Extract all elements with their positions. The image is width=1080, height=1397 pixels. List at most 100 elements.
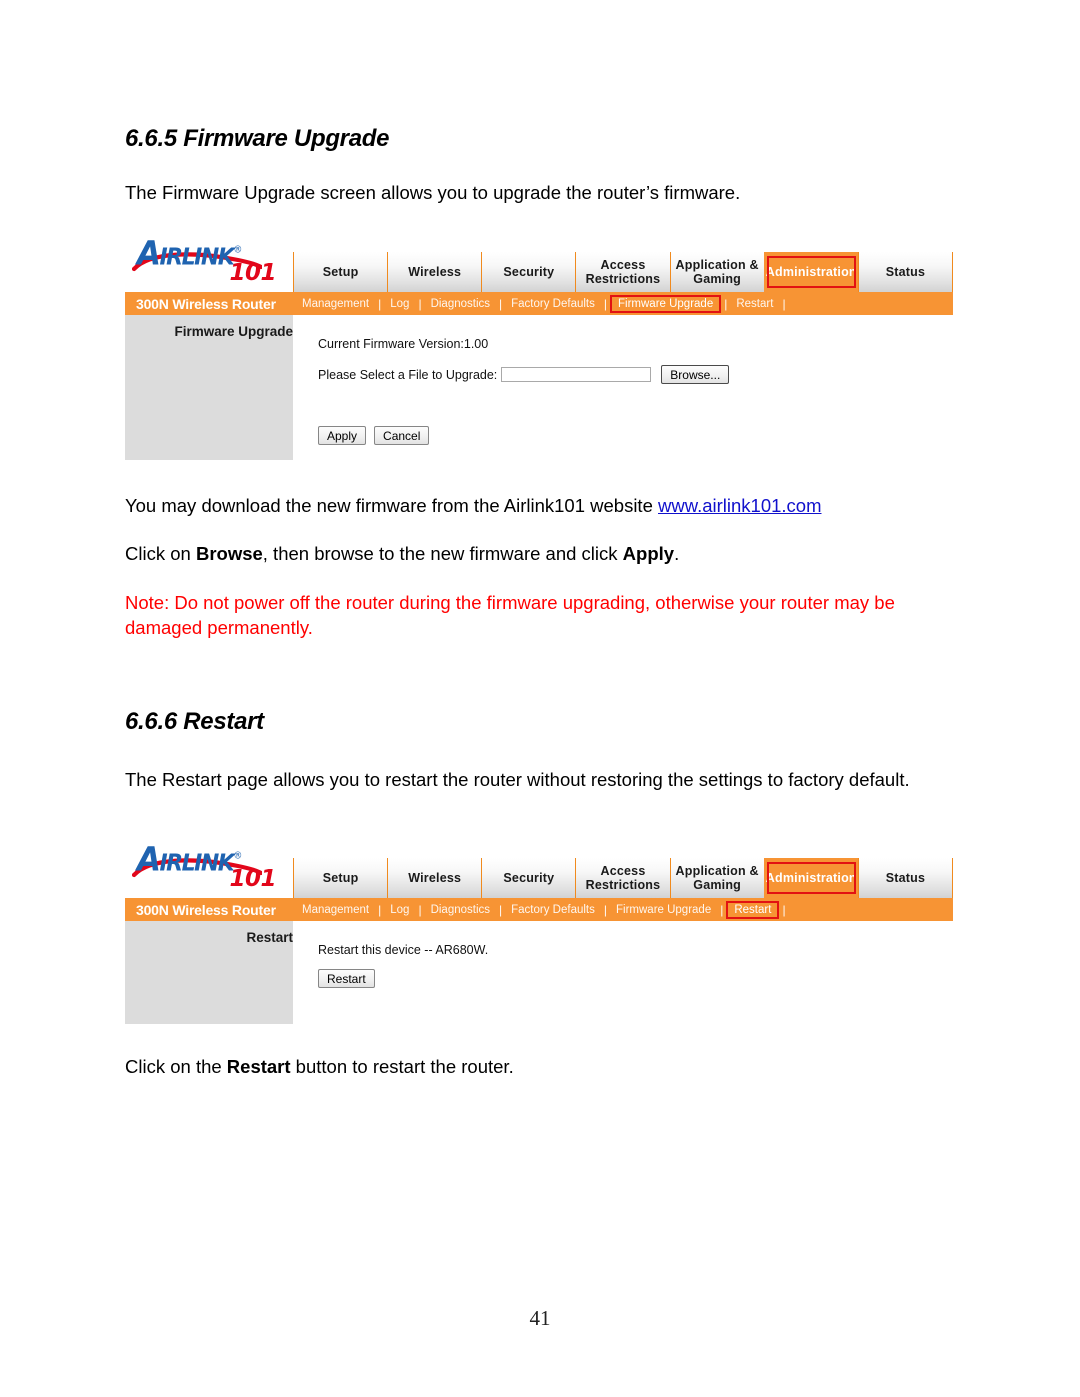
highlight-box <box>766 256 856 288</box>
tab-setup[interactable]: Setup <box>293 858 388 898</box>
tab-wireless[interactable]: Wireless <box>387 252 482 292</box>
browse-mid-text: , then browse to the new firmware and cl… <box>262 543 623 564</box>
router-header: AIRLINK® 101 Setup Wireless Security Acc… <box>125 234 953 292</box>
tab-status[interactable]: Status <box>857 858 953 898</box>
tab-label: Wireless <box>408 264 462 279</box>
tab-administration[interactable]: Administration <box>763 252 858 292</box>
submenu-item-restart[interactable]: Restart <box>727 298 782 310</box>
submenu-item-restart[interactable]: Restart <box>726 900 780 919</box>
tab-label: Access Restrictions <box>585 257 661 286</box>
logo-101: 101 <box>229 260 276 286</box>
restart-action-buttons: Restart <box>318 969 953 988</box>
submenu-item-factory-defaults[interactable]: Factory Defaults <box>502 904 604 916</box>
tab-label: Application & Gaming <box>675 257 759 286</box>
tab-wireless[interactable]: Wireless <box>387 858 482 898</box>
current-firmware-version-row: Current Firmware Version:1.00 <box>318 337 953 351</box>
firmware-upgrade-form: Current Firmware Version:1.00 Please Sel… <box>293 315 953 460</box>
submenu-item-diagnostics[interactable]: Diagnostics <box>422 298 499 310</box>
main-tab-bar: Setup Wireless Security Access Restricti… <box>293 252 953 292</box>
router-screenshot-restart: AIRLINK® 101 Setup Wireless Security Acc… <box>125 840 953 1024</box>
page-title-restart: 6.6.6 Restart <box>125 708 264 735</box>
tab-label: Status <box>885 264 926 279</box>
restart-instruction-paragraph: Click on the Restart button to restart t… <box>125 1055 960 1080</box>
highlight-box <box>766 862 856 894</box>
logo-101: 101 <box>229 866 276 892</box>
tab-security[interactable]: Security <box>481 252 576 292</box>
submenu-divider: | <box>782 296 786 311</box>
router-submenu-bar: 300N Wireless Router Management | Log | … <box>125 292 953 315</box>
restart-form: Restart this device -- AR680W. Restart <box>293 921 953 1024</box>
airlink-logo: AIRLINK® 101 <box>125 234 293 292</box>
submenu-item-log[interactable]: Log <box>381 298 418 310</box>
submenu-divider: | <box>720 902 724 917</box>
restart-button[interactable]: Restart <box>318 969 375 988</box>
apply-button[interactable]: Apply <box>318 426 367 445</box>
tab-label: Wireless <box>408 870 462 885</box>
select-file-row: Please Select a File to Upgrade: Browse.… <box>318 365 953 384</box>
tab-application-gaming[interactable]: Application & Gaming <box>669 858 764 898</box>
tab-administration[interactable]: Administration <box>763 858 858 898</box>
tab-label: Application & Gaming <box>675 863 759 892</box>
tab-label: Security <box>503 870 555 885</box>
submenu-items: Management | Log | Diagnostics | Factory… <box>293 294 953 313</box>
main-tab-bar: Setup Wireless Security Access Restricti… <box>293 858 953 898</box>
restart-suffix-text: button to restart the router. <box>290 1056 514 1077</box>
tab-label: Setup <box>322 264 359 279</box>
document-page: 6.6.5 Firmware Upgrade The Firmware Upgr… <box>0 0 1080 1397</box>
submenu-item-management[interactable]: Management <box>293 298 378 310</box>
router-submenu-bar: 300N Wireless Router Management | Log | … <box>125 898 953 921</box>
tab-label: Setup <box>322 870 359 885</box>
firmware-upgrade-intro: The Firmware Upgrade screen allows you t… <box>125 182 741 203</box>
submenu-item-factory-defaults[interactable]: Factory Defaults <box>502 298 604 310</box>
browse-suffix-text: . <box>674 543 680 564</box>
browse-button[interactable]: Browse... <box>661 365 730 384</box>
router-screenshot-firmware-upgrade: AIRLINK® 101 Setup Wireless Security Acc… <box>125 234 953 460</box>
submenu-item-firmware-upgrade[interactable]: Firmware Upgrade <box>610 294 722 313</box>
tab-access-restrictions[interactable]: Access Restrictions <box>575 252 670 292</box>
submenu-items: Management | Log | Diagnostics | Factory… <box>293 900 953 919</box>
firmware-action-buttons: Apply Cancel <box>318 426 953 445</box>
airlink101-website-link[interactable]: www.airlink101.com <box>658 495 821 516</box>
browse-prefix-text: Click on <box>125 543 196 564</box>
browse-bold-text: Browse <box>195 543 263 564</box>
restart-panel: Restart Restart this device -- AR680W. R… <box>125 921 953 1024</box>
airlink-logo: AIRLINK® 101 <box>125 840 293 898</box>
tab-label: Security <box>503 264 555 279</box>
tab-setup[interactable]: Setup <box>293 252 388 292</box>
panel-title: Restart <box>246 930 293 945</box>
logo-wordmark: AIRLINK® <box>137 841 242 879</box>
tab-status[interactable]: Status <box>857 252 953 292</box>
submenu-item-firmware-upgrade[interactable]: Firmware Upgrade <box>607 904 720 916</box>
page-number: 41 <box>529 1306 551 1330</box>
device-name-label: 300N Wireless Router <box>136 901 276 918</box>
submenu-divider: | <box>782 902 786 917</box>
tab-security[interactable]: Security <box>481 858 576 898</box>
restart-intro: The Restart page allows you to restart t… <box>125 769 910 790</box>
panel-side-title-area: Firmware Upgrade <box>125 315 293 460</box>
tab-application-gaming[interactable]: Application & Gaming <box>669 252 764 292</box>
device-name-label: 300N Wireless Router <box>136 295 276 312</box>
logo-wordmark: AIRLINK® <box>137 235 242 273</box>
cancel-button[interactable]: Cancel <box>374 426 430 445</box>
tab-label: Status <box>885 870 926 885</box>
router-header: AIRLINK® 101 Setup Wireless Security Acc… <box>125 840 953 898</box>
download-prefix-text: You may download the new firmware from t… <box>125 495 659 516</box>
submenu-item-log[interactable]: Log <box>381 904 418 916</box>
browse-apply-paragraph: Click on Browse, then browse to the new … <box>125 542 960 567</box>
submenu-item-diagnostics[interactable]: Diagnostics <box>422 904 499 916</box>
tab-label: Access Restrictions <box>585 863 661 892</box>
page-title-firmware-upgrade: 6.6.5 Firmware Upgrade <box>125 125 390 152</box>
restart-prefix-text: Click on the <box>125 1056 227 1077</box>
panel-side-title-area: Restart <box>125 921 293 1024</box>
restart-device-message: Restart this device -- AR680W. <box>318 943 489 957</box>
current-firmware-version-label: Current Firmware Version:1.00 <box>318 337 489 351</box>
submenu-item-management[interactable]: Management <box>293 904 378 916</box>
apply-bold-text: Apply <box>622 543 675 564</box>
submenu-divider: | <box>603 296 607 311</box>
firmware-file-input[interactable] <box>501 367 652 382</box>
firmware-upgrade-panel: Firmware Upgrade Current Firmware Versio… <box>125 315 953 460</box>
restart-bold-text: Restart <box>226 1056 291 1077</box>
tab-access-restrictions[interactable]: Access Restrictions <box>575 858 670 898</box>
select-file-label: Please Select a File to Upgrade: <box>318 367 498 382</box>
firmware-warning-note: Note: Do not power off the router during… <box>125 592 895 638</box>
